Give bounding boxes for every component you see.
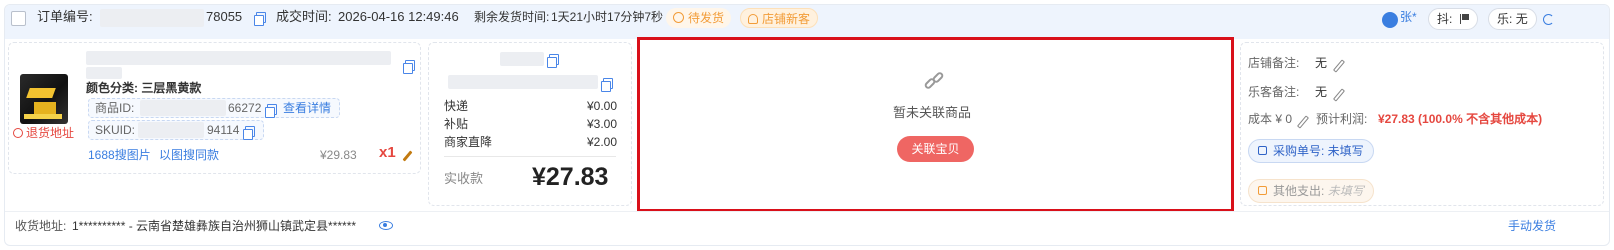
ship-left-time: 1天21小时17分钟7秒 (551, 10, 664, 24)
leke-note-value: 无 (1315, 85, 1328, 99)
copy-product-id-icon[interactable] (265, 101, 277, 118)
eye-icon[interactable] (379, 221, 393, 230)
user-avatar-icon (1382, 12, 1398, 28)
order-select-checkbox[interactable] (11, 11, 26, 26)
amount-divider (444, 156, 616, 157)
view-detail-link[interactable]: 查看详情 (283, 100, 331, 116)
product-title-mask-2 (86, 64, 122, 80)
le-button[interactable]: 乐: 无 (1488, 8, 1537, 30)
subsidy-label: 补贴 (444, 117, 469, 131)
amount-mask-2 (448, 73, 598, 89)
deal-time-label: 成交时间: (276, 9, 332, 24)
product-id-mask (140, 99, 226, 116)
clock-icon (673, 12, 684, 23)
product-price: ¥29.83 (320, 148, 357, 162)
profit-label: 预计利润: (1316, 112, 1368, 126)
cost-label: 成本 ¥ 0 (1248, 112, 1293, 126)
shop-note-value: 无 (1315, 56, 1328, 70)
address-label: 收货地址: (15, 219, 67, 233)
express-fee-value: ¥0.00 (587, 99, 618, 113)
search-same-link[interactable]: 以图搜同款 (159, 147, 219, 163)
shop-new-customer-badge: 店铺新客 (740, 8, 819, 28)
close-circle-icon (13, 128, 23, 138)
refresh-icon[interactable] (1543, 14, 1554, 25)
flag-icon (1459, 14, 1469, 24)
profit-value: ¥27.83 (100.0% 不含其他成本) (1378, 112, 1543, 126)
user-icon (748, 14, 758, 24)
amount-mask-1 (500, 50, 544, 66)
product-quantity: x1 (379, 144, 396, 161)
merchant-discount-label: 商家直降 (444, 135, 493, 149)
purchase-order-button[interactable]: 采购单号: 未填写 (1248, 139, 1374, 163)
product-image[interactable] (20, 74, 68, 124)
deal-time: 2026-04-16 12:49:46 (338, 9, 459, 24)
edit-cost-icon[interactable] (1296, 113, 1308, 129)
copy-amount-icon-2[interactable] (601, 75, 613, 92)
douyin-flag-button[interactable]: 抖: (1428, 8, 1478, 30)
link-product-button[interactable]: 关联宝贝 (897, 136, 974, 162)
order-no-mask (100, 0, 204, 34)
edit-icon (1258, 186, 1267, 195)
return-address-link[interactable]: 退货地址 (13, 125, 74, 141)
leke-note-label: 乐客备注: (1248, 85, 1300, 99)
edit-leke-note-icon[interactable] (1332, 86, 1344, 102)
copy-title-icon[interactable] (403, 57, 415, 74)
paid-value: ¥27.83 (532, 163, 609, 191)
order-no-suffix: 78055 (206, 9, 243, 24)
order-no-label: 订单编号: (37, 9, 93, 24)
merchant-discount-value: ¥2.00 (587, 135, 618, 149)
address-value: 1********** - 云南省楚雄彝族自治州狮山镇武定县****** (72, 219, 357, 233)
footer-divider (5, 211, 1609, 212)
search-1688-link[interactable]: 1688搜图片 (88, 147, 151, 163)
status-badge: 待发货 (666, 8, 732, 28)
manual-ship-link[interactable]: 手动发货 (1508, 218, 1556, 234)
sku-id-label: SKUID: (95, 123, 136, 137)
product-id-label: 商品ID: (95, 101, 135, 115)
product-id-suffix: 66272 (228, 101, 262, 115)
copy-sku-id-icon[interactable] (243, 123, 255, 140)
buyer-name[interactable]: 张* (1400, 0, 1417, 34)
product-spec: 颜色分类: 三层黑黄款 (86, 81, 202, 95)
sku-id-mask (138, 121, 204, 138)
edit-icon (1258, 146, 1267, 155)
edit-quantity-icon[interactable] (401, 148, 413, 164)
linked-product-panel (637, 37, 1234, 212)
sku-id-suffix: 94114 (207, 123, 240, 137)
edit-shop-note-icon[interactable] (1332, 57, 1344, 73)
subsidy-value: ¥3.00 (587, 117, 618, 131)
link-icon (922, 70, 946, 94)
no-linked-product-text: 暂未关联商品 (893, 105, 972, 120)
copy-order-no-icon[interactable] (254, 0, 266, 34)
paid-label: 实收款 (444, 171, 484, 186)
copy-amount-icon-1[interactable] (547, 51, 559, 68)
ship-left-label: 剩余发货时间: (474, 10, 550, 24)
product-title-mask (86, 49, 391, 65)
other-cost-button[interactable]: 其他支出: 未填写 (1248, 179, 1374, 203)
express-fee-label: 快递 (444, 99, 469, 113)
shop-note-label: 店铺备注: (1248, 56, 1300, 70)
